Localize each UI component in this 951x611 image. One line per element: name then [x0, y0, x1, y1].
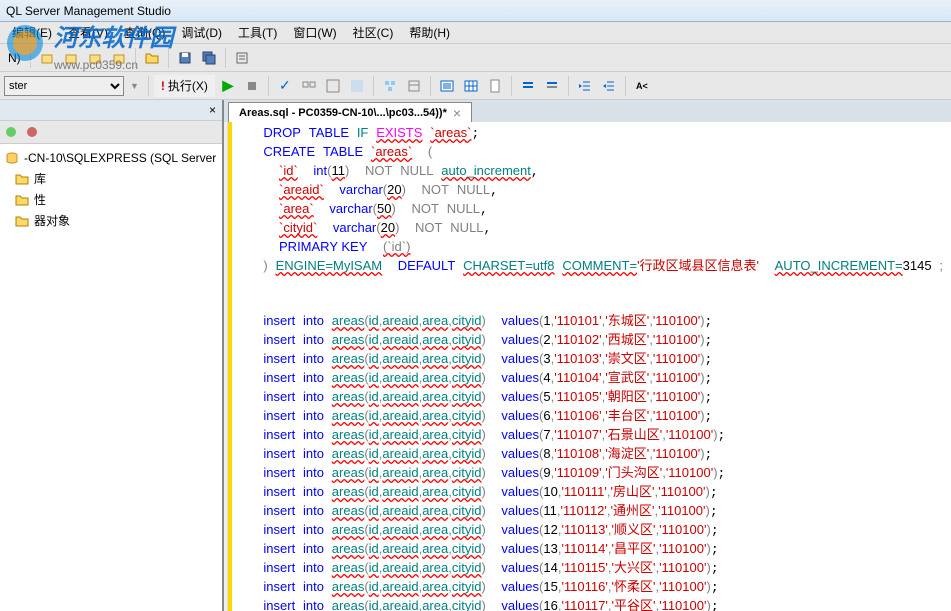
menu-item[interactable]: 编辑(E): [4, 22, 60, 43]
saveall-icon[interactable]: [198, 47, 220, 69]
tree-security[interactable]: 性: [0, 189, 222, 210]
object-explorer-toolbar: [0, 121, 222, 144]
debug-icon[interactable]: ▶: [217, 75, 239, 97]
new-query-label[interactable]: N): [4, 51, 25, 65]
dropdown-icon: ▼: [130, 81, 139, 91]
results-grid-icon[interactable]: [460, 75, 482, 97]
save-icon[interactable]: [174, 47, 196, 69]
main-area: × -CN-10\SQLEXPRESS (SQL Server 库 性 器对象: [0, 100, 951, 611]
separator: [135, 48, 136, 68]
object-explorer: × -CN-10\SQLEXPRESS (SQL Server 库 性 器对象: [0, 100, 224, 611]
tree-server-objects[interactable]: 器对象: [0, 210, 222, 231]
db4-icon[interactable]: [108, 47, 130, 69]
outdent-icon[interactable]: [598, 75, 620, 97]
editor-area: Areas.sql - PC0359-CN-10\...\pc03...54))…: [224, 100, 951, 611]
client-stats-icon[interactable]: [403, 75, 425, 97]
object-tree: -CN-10\SQLEXPRESS (SQL Server 库 性 器对象: [0, 144, 222, 235]
separator: [511, 76, 512, 96]
disconnect-icon[interactable]: [23, 123, 41, 141]
database-combo[interactable]: ster: [4, 76, 124, 96]
menu-item[interactable]: 工具(T): [230, 22, 285, 43]
estimated-plan-icon[interactable]: [298, 75, 320, 97]
properties-icon[interactable]: [231, 47, 253, 69]
execute-button[interactable]: ! 执行(X): [154, 75, 215, 97]
title-bar: QL Server Management Studio: [0, 0, 951, 22]
open-icon[interactable]: [141, 47, 163, 69]
menu-item[interactable]: 查看(V): [60, 22, 116, 43]
results-file-icon[interactable]: [484, 75, 506, 97]
toolbar-main: N): [0, 44, 951, 72]
results-text-icon[interactable]: [436, 75, 458, 97]
tab-bar: Areas.sql - PC0359-CN-10\...\pc03...54))…: [224, 100, 951, 122]
tab-areas-sql[interactable]: Areas.sql - PC0359-CN-10\...\pc03...54))…: [228, 102, 472, 122]
code-content[interactable]: DROP TABLE IF EXISTS `areas`; CREATE TAB…: [232, 122, 951, 611]
db2-icon[interactable]: [60, 47, 82, 69]
separator: [268, 76, 269, 96]
separator: [225, 48, 226, 68]
menu-bar: 编辑(E)查看(V)查询(Q)调试(D)工具(T)窗口(W)社区(C)帮助(H): [0, 22, 951, 44]
separator: [625, 76, 626, 96]
intellisense-icon[interactable]: [346, 75, 368, 97]
db3-icon[interactable]: [84, 47, 106, 69]
close-panel-icon[interactable]: ×: [209, 103, 216, 117]
menu-item[interactable]: 帮助(H): [401, 22, 458, 43]
connect-icon[interactable]: [2, 123, 20, 141]
menu-item[interactable]: 社区(C): [345, 22, 402, 43]
object-explorer-header: ×: [0, 100, 222, 121]
separator: [168, 48, 169, 68]
app-title: QL Server Management Studio: [6, 4, 171, 18]
tab-close-icon[interactable]: ×: [453, 108, 461, 118]
separator: [568, 76, 569, 96]
menu-item[interactable]: 调试(D): [173, 22, 230, 43]
db-icon[interactable]: [36, 47, 58, 69]
code-editor[interactable]: DROP TABLE IF EXISTS `areas`; CREATE TAB…: [224, 122, 951, 611]
uncomment-icon[interactable]: [541, 75, 563, 97]
separator: [30, 48, 31, 68]
parse-icon[interactable]: ✓: [274, 75, 296, 97]
indent-icon[interactable]: [574, 75, 596, 97]
comment-icon[interactable]: [517, 75, 539, 97]
toolbar-sql: ster ▼ ! 执行(X) ▶ ✓ A<: [0, 72, 951, 100]
actual-plan-icon[interactable]: [379, 75, 401, 97]
separator: [148, 76, 149, 96]
server-node[interactable]: -CN-10\SQLEXPRESS (SQL Server: [0, 148, 222, 168]
specify-values-icon[interactable]: A<: [631, 75, 653, 97]
menu-item[interactable]: 查询(Q): [116, 22, 173, 43]
separator: [373, 76, 374, 96]
stop-icon[interactable]: [241, 75, 263, 97]
query-options-icon[interactable]: [322, 75, 344, 97]
menu-item[interactable]: 窗口(W): [285, 22, 344, 43]
tree-databases[interactable]: 库: [0, 168, 222, 189]
separator: [430, 76, 431, 96]
